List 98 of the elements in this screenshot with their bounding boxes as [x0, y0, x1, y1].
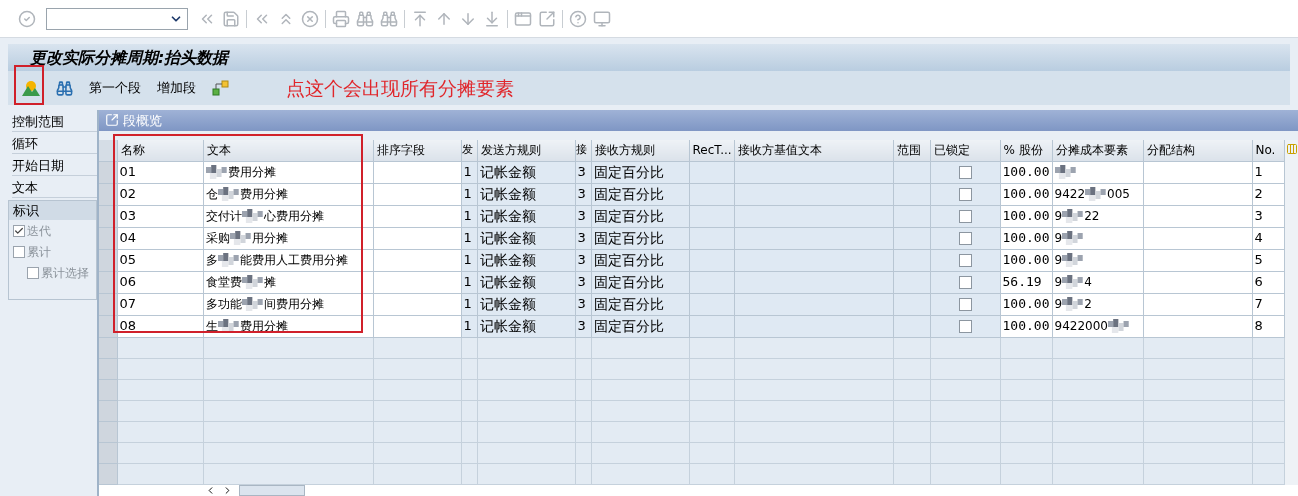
shortcut-icon[interactable]: [538, 9, 556, 28]
checkbox-label: 累计: [27, 243, 51, 261]
window-title: 更改实际分摊周期:抬头数据: [30, 46, 229, 69]
hierarchy-icon[interactable]: [212, 80, 230, 96]
checkbox-label: 迭代: [27, 222, 51, 240]
cell-text: 交付计: [205, 208, 242, 226]
cell-text: 9: [1054, 252, 1063, 270]
cell-text: 9: [1054, 230, 1063, 248]
cell-text: 间费用分摊: [263, 296, 324, 314]
print-icon[interactable]: [332, 9, 350, 28]
cell-text: 9: [1054, 296, 1063, 314]
checkbox[interactable]: [958, 166, 972, 180]
checkbox[interactable]: [958, 276, 972, 290]
cell-text: 9422: [1054, 186, 1086, 204]
checkbox[interactable]: [958, 188, 972, 202]
cell-text: 采购: [205, 230, 230, 248]
last-page-icon[interactable]: [483, 9, 501, 28]
checkbox[interactable]: [958, 210, 972, 224]
cell-text: 22: [1084, 208, 1100, 226]
column-header[interactable]: 分配结构: [1143, 140, 1252, 162]
redaction-mark: [241, 297, 264, 312]
cell-text: 费用分摊: [239, 318, 288, 336]
find-next-icon[interactable]: [380, 9, 398, 28]
redaction-mark: [217, 319, 240, 334]
help-icon[interactable]: [569, 9, 587, 28]
cell-text: 食堂费: [205, 274, 242, 292]
cancel-icon[interactable]: [301, 9, 319, 28]
panel-icon: [105, 113, 119, 128]
cell-text: 费用分摊: [227, 164, 276, 182]
redaction-mark: [1062, 275, 1085, 290]
cell-text: 9: [1054, 208, 1063, 226]
cell-text: 9422000: [1054, 318, 1108, 336]
annotation-text: 点这个会出现所有分摊要素: [286, 75, 514, 101]
cell-text: 005: [1107, 186, 1130, 204]
column-header[interactable]: 文本: [203, 140, 373, 162]
column-header[interactable]: 发送方规则: [477, 140, 575, 162]
checkbox[interactable]: [13, 224, 25, 237]
toolbar-button[interactable]: 增加段: [157, 78, 196, 98]
column-header[interactable]: 名称: [117, 140, 203, 162]
cell-text: 仓: [205, 186, 218, 204]
cell-text: 2: [1084, 296, 1092, 314]
mountains-icon[interactable]: [22, 80, 40, 96]
toolbar-button[interactable]: 第一个段: [89, 78, 141, 98]
cell-text: 摊: [263, 274, 276, 292]
redaction-mark: [229, 231, 252, 246]
enter-icon[interactable]: [18, 9, 36, 28]
sidebar-item[interactable]: 开始日期: [12, 154, 97, 176]
redaction-mark: [1062, 209, 1085, 224]
redaction-mark: [1107, 319, 1130, 334]
column-header[interactable]: 分摊成本要素: [1052, 140, 1143, 162]
checkbox[interactable]: [958, 298, 972, 312]
checkbox[interactable]: [958, 320, 972, 334]
save-icon[interactable]: [222, 9, 240, 28]
sidebar-item[interactable]: 文本: [12, 176, 97, 198]
column-header[interactable]: % 股份: [1000, 140, 1052, 162]
cell-text: 生: [205, 318, 218, 336]
cell-text: 4: [1084, 274, 1092, 292]
cell-text: 多: [205, 252, 218, 270]
cell-text: 能费用人工费用分摊: [239, 252, 348, 270]
redaction-mark: [241, 275, 264, 290]
cell-text: 用分摊: [251, 230, 288, 248]
cell-text: 9: [1054, 274, 1063, 292]
checkbox[interactable]: [958, 232, 972, 246]
redaction-mark: [205, 165, 228, 180]
new-session-icon[interactable]: [514, 9, 532, 28]
checkbox-label: 累计选择: [41, 264, 89, 282]
redaction-mark: [241, 209, 264, 224]
column-header[interactable]: 接收方规则: [591, 140, 689, 162]
find-icon[interactable]: [356, 9, 374, 28]
column-header[interactable]: 排序字段: [373, 140, 461, 162]
find-icon[interactable]: [56, 79, 73, 97]
checkbox[interactable]: [13, 245, 25, 258]
column-settings-icon[interactable]: [1286, 143, 1298, 156]
first-page-icon[interactable]: [411, 9, 429, 28]
cell-text: 费用分摊: [239, 186, 288, 204]
checkbox[interactable]: [27, 266, 39, 279]
cell-text: 心费用分摊: [263, 208, 324, 226]
highlight-frame: [14, 65, 44, 105]
column-header[interactable]: 已锁定: [930, 140, 1000, 162]
cell-text: 多功能: [205, 296, 242, 314]
panel-title: 段概览: [123, 111, 162, 130]
redaction-mark: [1054, 165, 1077, 180]
command-field[interactable]: [46, 7, 188, 30]
column-header[interactable]: 接收方基值文本: [734, 140, 893, 162]
column-header[interactable]: 范围: [893, 140, 930, 162]
group-title: 标识: [9, 201, 96, 220]
scrollbar-thumb[interactable]: [239, 484, 305, 496]
redaction-mark: [217, 187, 240, 202]
redaction-mark: [1062, 231, 1085, 246]
sidebar-item[interactable]: 循环: [12, 132, 97, 154]
checkbox[interactable]: [958, 254, 972, 268]
redaction-mark: [1062, 297, 1085, 312]
sidebar-item[interactable]: 控制范围: [12, 110, 97, 132]
redaction-mark: [1062, 253, 1085, 268]
column-header[interactable]: No.: [1252, 140, 1284, 162]
redaction-mark: [1085, 187, 1108, 202]
column-header[interactable]: RecT...: [689, 140, 734, 162]
redaction-mark: [217, 253, 240, 268]
